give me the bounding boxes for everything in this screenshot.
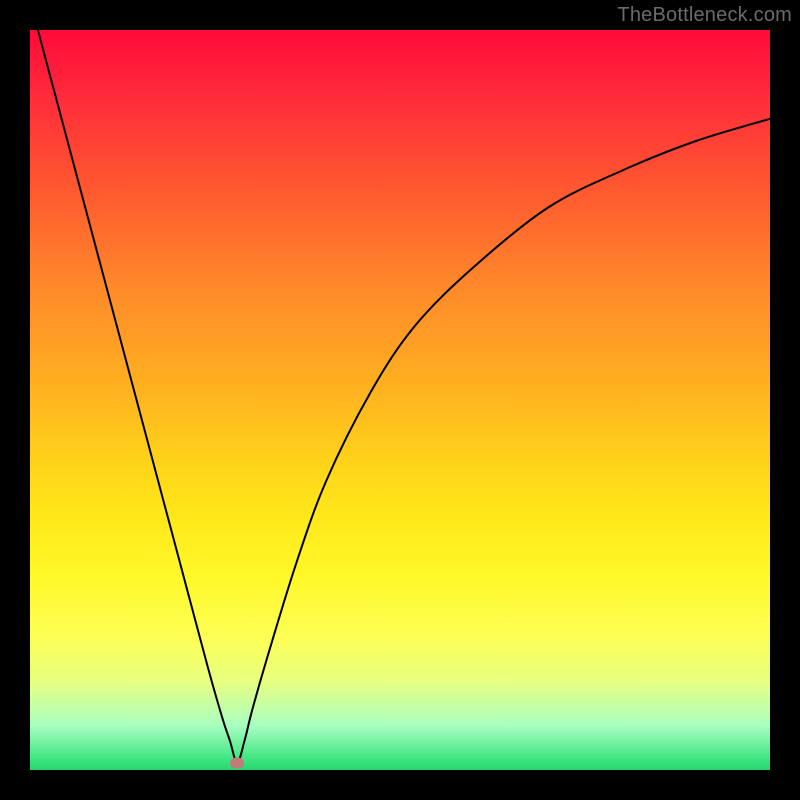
plot-area [30,30,770,770]
minimum-marker [230,757,244,768]
bottleneck-curve [30,30,770,770]
chart-frame: TheBottleneck.com [0,0,800,800]
watermark-text: TheBottleneck.com [617,4,792,27]
